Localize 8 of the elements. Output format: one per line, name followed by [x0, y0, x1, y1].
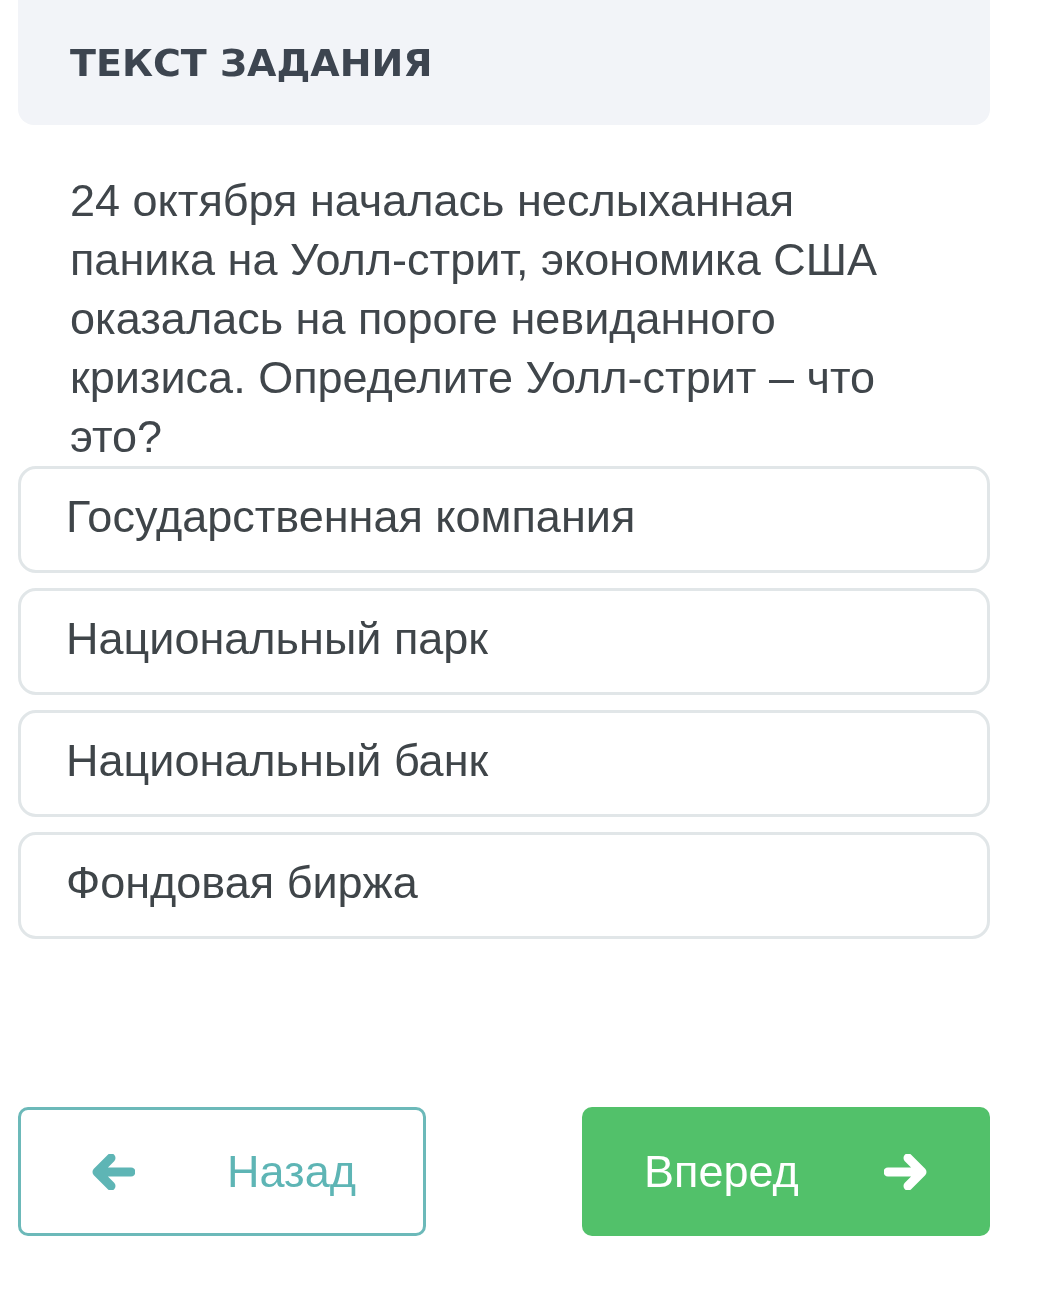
answer-option[interactable]: Национальный парк	[18, 588, 990, 695]
answer-option[interactable]: Государственная компания	[18, 466, 990, 573]
task-header-title: ТЕКСТ ЗАДАНИЯ	[70, 40, 433, 85]
question-text: 24 октября началась неслыханная паника на Уолл-стрит, экономика США оказалась на пороге невиданного кризиса. Определите Уолл-стрит – что это?	[69, 174, 879, 464]
answer-option[interactable]: Фондовая биржа	[18, 832, 990, 939]
arrow-right-icon	[883, 1153, 928, 1190]
arrow-left-icon	[91, 1153, 135, 1190]
answer-option[interactable]: Национальный банк	[18, 710, 990, 817]
